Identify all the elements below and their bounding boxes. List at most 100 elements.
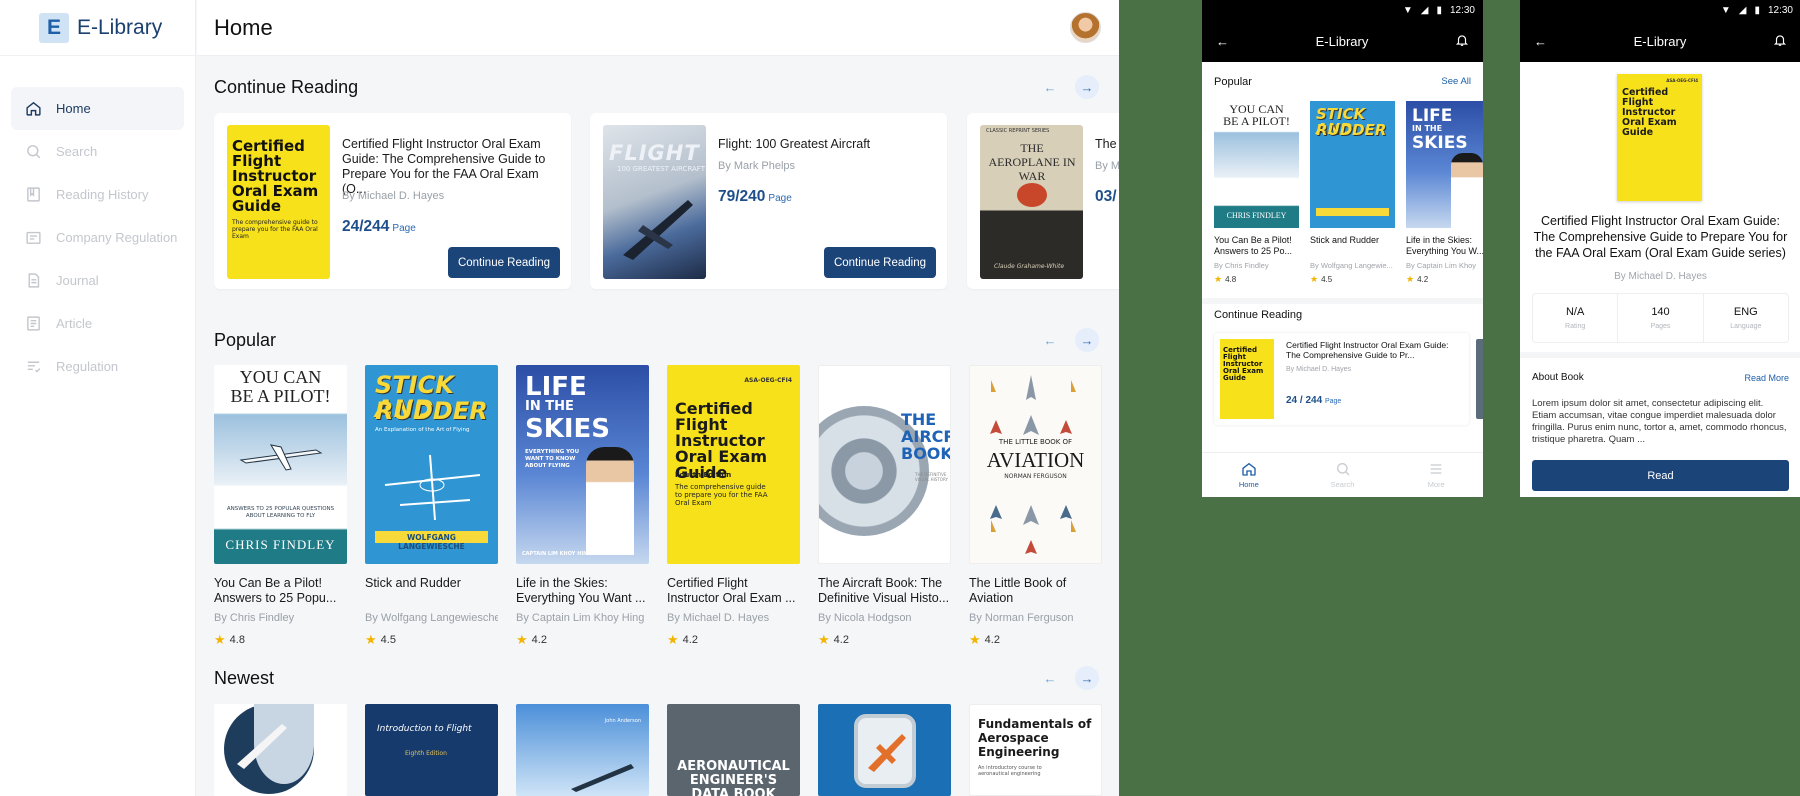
book-title: Stick and Rudder (365, 576, 461, 590)
book-author: By Chris Findley (1214, 261, 1269, 270)
reading-progress: 24/244 Page (342, 218, 416, 235)
continue-reading-card[interactable]: CLASSIC REPRINT SERIES THE AEROPLANE IN … (967, 113, 1119, 289)
bottom-nav: Home Search More (1202, 452, 1483, 497)
sidebar-item-label: Article (56, 316, 93, 331)
read-button[interactable]: Read (1532, 460, 1789, 491)
arrow-right-icon[interactable]: → (1075, 328, 1099, 352)
phone-detail-screen: ▼ ◢ ▮ 12:30 ← E-Library ASA-OEG-CFI4 Cer… (1520, 0, 1800, 497)
book-author: By M (1095, 160, 1119, 172)
book-card[interactable]: YOU CAN BE A PILOT! ANSWERS TO 25 POPULA… (214, 365, 347, 648)
arrow-left-icon[interactable]: ← (1038, 328, 1062, 352)
book-cover: Certified Flight Instructor Oral Exam Gu… (227, 125, 330, 279)
notification-bell-icon[interactable] (1455, 33, 1469, 50)
book-author: By Chris Findley (214, 612, 295, 624)
book-author: By Wolfgang Langewiesche (365, 612, 498, 624)
book-card[interactable]: YOU CAN BE A PILOT! CHRIS FINDLEY You Ca… (1214, 101, 1299, 285)
continue-reading-card[interactable]: Certified Flight Instructor Oral Exam Gu… (214, 113, 571, 289)
continue-reading-card[interactable]: Certified Flight Instructor Oral Exam Gu… (1214, 333, 1469, 425)
bottom-nav-search[interactable]: Search (1296, 453, 1390, 497)
bottom-nav-more[interactable]: More (1389, 453, 1483, 497)
cover-title-line3: SKIES (1412, 133, 1468, 153)
back-arrow-icon[interactable]: ← (1534, 34, 1547, 49)
cover-title-line2: IN THE (525, 399, 574, 414)
cover-subtitle: EVERYTHING YOU WANT TO KNOW ABOUT FLYING (525, 449, 580, 469)
back-arrow-icon[interactable]: ← (1216, 34, 1229, 49)
next-card-peek[interactable] (1476, 339, 1483, 419)
book-title: Certified Flight Instructor Oral Exam Gu… (1286, 340, 1449, 360)
book-rating: ★ 4.2 (969, 632, 1000, 647)
star-icon: ★ (516, 632, 528, 647)
book-card[interactable]: ASA-OEG-CFI4 Certified Flight Instructor… (667, 365, 800, 648)
sidebar-item-home[interactable]: Home (11, 87, 184, 130)
wifi-icon: ▼ (1720, 4, 1731, 16)
sidebar-item-reading-history[interactable]: Reading History (11, 173, 184, 216)
newest-heading: Newest (214, 668, 275, 688)
book-card[interactable]: THE AIRCRAFT BOOK THE DEFINITIVE VISUAL … (818, 365, 951, 648)
journal-icon (24, 272, 42, 290)
arrow-right-icon[interactable]: → (1075, 666, 1099, 690)
signal-icon: ◢ (1738, 4, 1747, 16)
book-cover: LIFE IN THE SKIES EVERYTHING YOU WANT TO… (516, 365, 649, 564)
book-cover[interactable] (818, 704, 951, 796)
book-rating: ★ 4.8 (214, 632, 245, 647)
notification-bell-icon[interactable] (1773, 33, 1787, 50)
book-card[interactable]: THE LITTLE BOOK OF AVIATION NORMAN FERGU… (969, 365, 1102, 648)
book-author: By Norman Ferguson (969, 612, 1074, 624)
sidebar-item-company-regulation[interactable]: Company Regulation (11, 216, 184, 259)
sidebar-item-label: Journal (56, 273, 99, 288)
arrow-left-icon[interactable]: ← (1038, 666, 1062, 690)
stat-pages: 140 Pages (1618, 294, 1704, 342)
sidebar-item-label: Reading History (56, 187, 149, 202)
read-more-link[interactable]: Read More (1744, 373, 1789, 383)
cover-title-line1: LIFE (1412, 106, 1453, 126)
arrow-right-icon[interactable]: → (1075, 75, 1099, 99)
book-author: By Wolfgang Langewie... (1310, 261, 1393, 270)
book-card[interactable]: LIFE IN THE SKIES EVERYTHING YOU WANT TO… (516, 365, 649, 648)
menu-icon (1430, 464, 1442, 474)
book-card[interactable]: STICK AND RUDDER An Explanation of the A… (365, 365, 498, 648)
sidebar: E E-Library Home Search Reading History … (0, 0, 196, 796)
book-cover: CLASSIC REPRINT SERIES THE AEROPLANE IN … (980, 125, 1083, 279)
newest-arrows: ← → (1038, 666, 1099, 690)
cover-title-line2: IN THE (1412, 124, 1443, 133)
cover-title: THE AIRCRAFT BOOK (901, 410, 951, 463)
book-title: Certified Flight Instructor Oral Exam Gu… (1533, 214, 1788, 260)
sidebar-item-article[interactable]: Article (11, 302, 184, 345)
continue-reading-button[interactable]: Continue Reading (448, 247, 560, 278)
cover-illustration (1017, 183, 1047, 207)
status-time: 12:30 (1449, 4, 1475, 16)
continue-reading-card[interactable]: FLIGHT 100 GREATEST AIRCRAFT Flight: 100… (590, 113, 947, 289)
see-all-link[interactable]: See All (1441, 76, 1471, 88)
sidebar-item-label: Company Regulation (56, 230, 178, 245)
battery-icon: ▮ (1436, 4, 1442, 16)
book-title: The (1095, 137, 1117, 151)
book-cover[interactable]: AERONAUTICAL ENGINEER'S DATA BOOK (667, 704, 800, 796)
signal-icon: ◢ (1420, 4, 1429, 16)
sidebar-item-journal[interactable]: Journal (11, 259, 184, 302)
book-card[interactable]: LIFE IN THE SKIES Life in the Skies: Eve… (1406, 101, 1483, 285)
continue-reading-button[interactable]: Continue Reading (824, 247, 936, 278)
sidebar-item-label: Search (56, 144, 98, 159)
book-cover[interactable]: John Anderson (516, 704, 649, 796)
cover-title: AERONAUTICAL ENGINEER'S DATA BOOK (677, 759, 790, 796)
cover-title-line2: RUDDER (375, 397, 488, 425)
book-cover[interactable] (214, 704, 347, 796)
star-icon: ★ (1214, 274, 1223, 284)
book-title: The Aircraft Book: The Definitive Visual… (818, 576, 950, 605)
sidebar-item-search[interactable]: Search (11, 130, 184, 173)
star-icon: ★ (365, 632, 377, 647)
avatar[interactable] (1070, 12, 1101, 43)
bottom-nav-home[interactable]: Home (1202, 453, 1296, 497)
book-cover[interactable]: Introduction to Flight Eighth Edition (365, 704, 498, 796)
cover-subtitle: 100 GREATEST AIRCRAFT (617, 165, 705, 173)
book-card[interactable]: STICK AND RUDDER Stick and Rudder By Wol… (1310, 101, 1395, 285)
arrow-left-icon[interactable]: ← (1038, 75, 1062, 99)
continue-reading-heading: Continue Reading (1214, 309, 1303, 321)
cover-title-line2: BE A PILOT! (230, 386, 331, 406)
continue-reading-arrows: ← → (1038, 75, 1099, 99)
book-cover[interactable]: Fundamentals of Aerospace Engineering An… (969, 704, 1102, 796)
cover-pilot-illustration (1451, 153, 1483, 228)
star-icon: ★ (969, 632, 981, 647)
brand-name: E-Library (77, 15, 163, 39)
sidebar-item-regulation[interactable]: Regulation (11, 345, 184, 388)
